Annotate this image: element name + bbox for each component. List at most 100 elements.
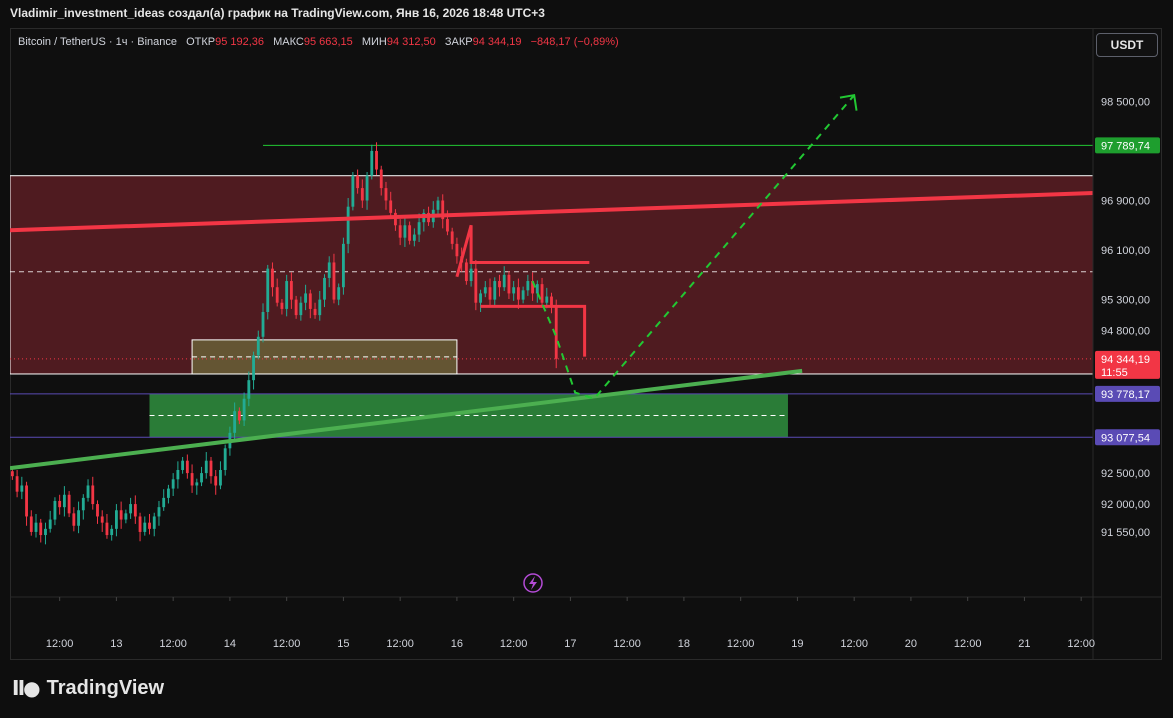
candle-body: [53, 500, 57, 520]
lightning-bolt-icon: [529, 576, 537, 590]
x-tick-label: 12:00: [840, 638, 868, 650]
candle-body: [417, 222, 421, 235]
candle-body: [275, 287, 279, 303]
x-tick-label: 18: [678, 638, 690, 650]
candle-body: [96, 504, 99, 517]
candle-body: [72, 513, 76, 526]
candle-body: [308, 293, 312, 309]
resistance-zone: [10, 175, 1093, 375]
candle-body: [271, 268, 274, 288]
y-tick-label: 95 300,00: [1101, 295, 1150, 307]
x-tick-label: 12:00: [159, 638, 187, 650]
candle-body: [129, 504, 133, 514]
candle-body: [304, 293, 307, 303]
candle-body: [133, 504, 137, 517]
x-tick-label: 15: [337, 638, 349, 650]
candle-body: [167, 488, 170, 498]
level-label-target: 97 789,74: [1101, 140, 1150, 152]
candle-body: [237, 411, 241, 421]
candle-body: [185, 460, 189, 474]
candle-body: [375, 150, 378, 170]
candle-body: [195, 482, 199, 486]
candle-body: [29, 516, 33, 532]
candle-body: [502, 274, 506, 288]
candle-body: [162, 497, 166, 508]
candle-body: [469, 268, 473, 282]
x-tick-label: 12:00: [386, 638, 414, 650]
low-value: 94 312,50: [386, 36, 436, 48]
candle-body: [370, 150, 374, 176]
close-label: ЗАКР: [444, 36, 473, 48]
open-label: ОТКР: [186, 36, 216, 48]
candle-body: [148, 522, 151, 529]
candle-body: [34, 522, 38, 532]
candle-body: [77, 510, 80, 526]
candle-body: [20, 485, 24, 492]
candle-body: [493, 281, 497, 300]
candle-body: [327, 262, 331, 278]
open-value: 95 192,36: [215, 36, 265, 48]
tradingview-logo-icon: Ⅱ●: [12, 676, 41, 700]
candle-body: [379, 169, 383, 189]
x-tick-label: 16: [451, 638, 463, 650]
candle-body: [176, 469, 180, 480]
candle-body: [119, 510, 123, 520]
currency-button[interactable]: USDT: [1096, 33, 1158, 57]
candle-body: [299, 302, 303, 316]
x-tick-label: 12:00: [273, 638, 301, 650]
candle-body: [498, 281, 501, 288]
candle-body: [44, 528, 47, 536]
candle-body: [181, 460, 185, 470]
candle-body: [403, 225, 407, 238]
candle-body: [25, 485, 28, 517]
symbol-info-bar: Bitcoin / TetherUS · 1ч · Binance ОТКР95…: [18, 36, 619, 48]
candle-body: [412, 234, 416, 241]
candle-body: [323, 277, 326, 300]
candle-body: [384, 188, 388, 201]
candle-body: [81, 497, 85, 511]
x-tick-label: 12:00: [613, 638, 641, 650]
x-tick-label: 12:00: [727, 638, 755, 650]
candle-body: [266, 268, 270, 313]
candle-body: [171, 479, 175, 489]
candle-body: [318, 299, 322, 316]
candle-body: [483, 287, 487, 294]
x-tick-label: 17: [564, 638, 576, 650]
candle-body: [512, 287, 516, 294]
candle-body: [450, 231, 454, 244]
candle-body: [389, 200, 393, 213]
candle-body: [398, 225, 402, 238]
candle-body: [360, 188, 364, 201]
candle-body: [138, 516, 142, 532]
candle-body: [446, 219, 449, 232]
y-tick-label: 96 100,00: [1101, 245, 1150, 257]
x-tick-label: 19: [791, 638, 803, 650]
candle-body: [332, 262, 336, 300]
candle-body: [313, 308, 317, 316]
x-tick-label: 12:00: [1067, 638, 1095, 650]
candle-body: [86, 485, 90, 498]
x-tick-label: 12:00: [46, 638, 74, 650]
tradingview-wordmark: TradingView: [46, 676, 165, 699]
candle-body: [100, 516, 104, 523]
candle-body: [464, 262, 468, 282]
candle-body: [516, 287, 520, 300]
candle-body: [545, 296, 549, 303]
candle-body: [436, 200, 440, 210]
x-tick-label: 12:00: [954, 638, 982, 650]
high-value: 95 663,15: [303, 36, 353, 48]
candle-body: [223, 448, 227, 470]
candle-body: [479, 293, 482, 303]
price-chart[interactable]: 98 500,00 96 900,00 96 100,00 95 300,00 94 8…: [0, 0, 1173, 718]
level-label-support-bottom: 93 077,54: [1101, 432, 1150, 444]
candle-body: [356, 175, 360, 189]
candle-body: [507, 274, 511, 294]
candle-body: [105, 522, 109, 536]
candle-body: [219, 469, 222, 486]
symbol-name[interactable]: Bitcoin / TetherUS · 1ч · Binance: [18, 36, 177, 48]
level-label-support-top: 93 778,17: [1101, 389, 1150, 401]
candle-body: [474, 268, 478, 303]
tradingview-footer[interactable]: Ⅱ● TradingView: [12, 676, 164, 700]
x-tick-label: 13: [110, 638, 122, 650]
x-tick-label: 21: [1018, 638, 1030, 650]
